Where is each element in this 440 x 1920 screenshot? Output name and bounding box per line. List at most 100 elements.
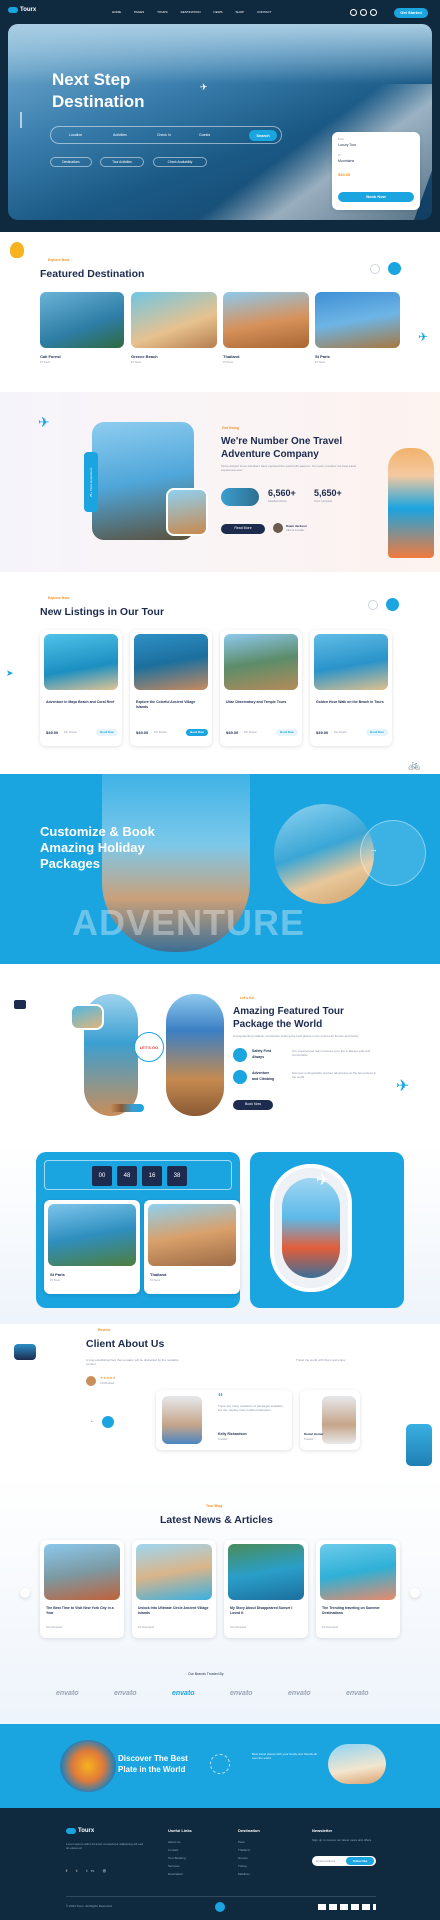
listing-image-3	[224, 634, 298, 690]
hero-title-line1: Next Step	[52, 70, 131, 89]
footer: Tourx Lorem ipsum dolor sit amet consect…	[0, 1808, 440, 1920]
safety-icon	[233, 1048, 247, 1062]
news-image-3	[228, 1544, 304, 1600]
countdown-card-2[interactable]: Thailand 15 Tours	[144, 1200, 240, 1294]
field-activities[interactable]: Activities	[113, 133, 127, 137]
filter-destinations[interactable]: Destinations	[50, 157, 92, 167]
package-book-button[interactable]: Book Now	[233, 1100, 273, 1110]
brands-title: Our Brands Trusted By	[188, 1672, 224, 1676]
footer-dest-2[interactable]: Thailand	[238, 1848, 250, 1852]
featured-section: Explore Now Featured Destination Cali Fo…	[0, 232, 440, 392]
paper-plane-icon: ➤	[6, 668, 14, 678]
compass-icon	[210, 1754, 230, 1774]
destination-meta-2: 15 Tours	[131, 361, 141, 364]
news-card-3[interactable]: My Story About Disappeared Sunset I Love…	[224, 1540, 308, 1638]
nav-news[interactable]: NEWS	[214, 10, 223, 14]
customize-section: Customize & Book Amazing Holiday Package…	[0, 774, 440, 964]
footer-link-2[interactable]: Contact	[168, 1848, 178, 1852]
prev-review-icon[interactable]: ←	[90, 1418, 95, 1424]
listing-book-button-3[interactable]: Book Now	[276, 729, 298, 736]
listing-price-4: $49.00	[316, 730, 329, 735]
footer-link-4[interactable]: Services	[168, 1864, 180, 1868]
listings-prev-icon[interactable]	[368, 600, 378, 610]
feature1-title2: Always	[252, 1055, 265, 1059]
field-check-in[interactable]: Check In	[157, 133, 171, 137]
airplane-decor-icon: ✈	[396, 1078, 410, 1095]
listing-card-1[interactable]: Adventure in Maya Beach and Coral Reef $…	[40, 630, 122, 746]
filter-activities-label: Tour Activities	[112, 160, 132, 164]
stat2-label: Tours Complete	[314, 500, 333, 503]
cart-icon[interactable]	[360, 9, 367, 16]
next-arrow-icon[interactable]	[388, 262, 401, 275]
listings-title: New Listings in Our Tour	[40, 606, 165, 618]
footer-dest-5[interactable]: Maldives	[238, 1872, 250, 1876]
destination-name-4: St Paris	[315, 354, 330, 359]
nav-home[interactable]: HOME	[112, 10, 121, 14]
news-prev-icon[interactable]	[20, 1588, 30, 1598]
about-title-line2: Adventure Company	[221, 449, 319, 460]
testimonials-section: Review Client About Us A long establishe…	[0, 1324, 440, 1474]
user-icon[interactable]	[370, 9, 377, 16]
footer-link-3[interactable]: Tour Booking	[168, 1856, 186, 1860]
nav-destination[interactable]: DESTINATION	[181, 10, 201, 14]
experience-badge: 25+ Years Experience	[84, 452, 98, 512]
news-card-1[interactable]: The Best Time to Visit New York City in …	[40, 1540, 124, 1638]
nav-contact[interactable]: CONTACT	[257, 10, 271, 14]
nav-tours[interactable]: TOURS	[157, 10, 167, 14]
stat1-value: 6,560+	[268, 488, 296, 498]
package-image-right	[166, 994, 224, 1116]
news-card-4[interactable]: The Trending traveling on Summer Destina…	[316, 1540, 400, 1638]
countdown-image-2	[148, 1204, 236, 1266]
prev-arrow-icon[interactable]	[370, 264, 380, 274]
logo[interactable]: Tourx	[8, 7, 36, 13]
search-button[interactable]: Search	[249, 130, 277, 141]
listing-card-2[interactable]: Explore the Colorful Ancient Village Isl…	[130, 630, 212, 746]
subscribe-button[interactable]: Subscribe	[346, 1857, 374, 1865]
social-icons[interactable]: f t in ◎	[66, 1868, 126, 1874]
listing-book-button-2[interactable]: Book Now	[186, 729, 208, 736]
footer-logo[interactable]: Tourx	[66, 1828, 94, 1834]
destination-image-3[interactable]	[223, 292, 309, 348]
nav-pages[interactable]: PAGES	[134, 10, 144, 14]
field-guests[interactable]: Guests	[199, 133, 210, 137]
footer-dest-1[interactable]: Paris	[238, 1840, 245, 1844]
footer-link-5[interactable]: Destination	[168, 1872, 183, 1876]
book-now-button[interactable]: Book Now	[338, 192, 414, 202]
countdown-card-1[interactable]: St Paris 15 Tours	[44, 1200, 140, 1294]
about-title-line1: We're Number One Travel	[221, 436, 343, 447]
search-icon[interactable]	[350, 9, 357, 16]
listing-card-3[interactable]: Ultar Observatory and Temple Tours $49.0…	[220, 630, 302, 746]
logo-text: Tourx	[20, 7, 37, 13]
filter-availability[interactable]: Check Availability	[153, 157, 207, 167]
news-image-4	[320, 1544, 396, 1600]
field-location[interactable]: Location	[69, 133, 82, 137]
footer-divider	[66, 1896, 376, 1897]
nav-shop[interactable]: SHOP	[236, 10, 245, 14]
listings-subtitle: Explore Now	[48, 596, 70, 600]
listing-book-button-4[interactable]: Book Now	[366, 729, 388, 736]
get-started-button[interactable]: Get Started	[394, 8, 428, 18]
news-title-1: The Best Time to Visit New York City in …	[46, 1606, 114, 1615]
destination-image-4[interactable]	[315, 292, 400, 348]
countdown-section: 00 48 16 38 St Paris 15 Tours Thailand 1…	[0, 1144, 440, 1324]
news-card-2[interactable]: Unlock Into Ultimate Circle Ancient Vill…	[132, 1540, 216, 1638]
listings-next-icon[interactable]	[386, 598, 399, 611]
destination-meta-3: 15 Tours	[223, 361, 233, 364]
next-review-icon[interactable]	[102, 1416, 114, 1428]
destination-image-2[interactable]	[131, 292, 217, 348]
destination-name-2: Greece Beach	[131, 354, 158, 359]
footer-link-1[interactable]: About Us	[168, 1840, 180, 1844]
booking-from-field[interactable]: Luxury Tour	[338, 143, 356, 147]
booking-to-field[interactable]: Mountains	[338, 159, 354, 163]
listing-card-4[interactable]: Golden Hour Walk on the Beach in Tours $…	[310, 630, 392, 746]
footer-dest-3[interactable]: Greece	[238, 1856, 248, 1860]
lets-go-text: LET'S GO	[139, 1045, 159, 1050]
scroll-top-button[interactable]	[213, 1900, 227, 1914]
filter-activities[interactable]: Tour Activities	[100, 157, 144, 167]
listing-book-button-1[interactable]: Book Now	[96, 729, 118, 736]
read-more-button[interactable]: Read More	[221, 524, 265, 534]
news-next-icon[interactable]	[410, 1588, 420, 1598]
footer-dest-4[interactable]: Turkey	[238, 1864, 247, 1868]
hero-slide-dots[interactable]	[20, 112, 22, 128]
destination-image-1[interactable]	[40, 292, 124, 348]
